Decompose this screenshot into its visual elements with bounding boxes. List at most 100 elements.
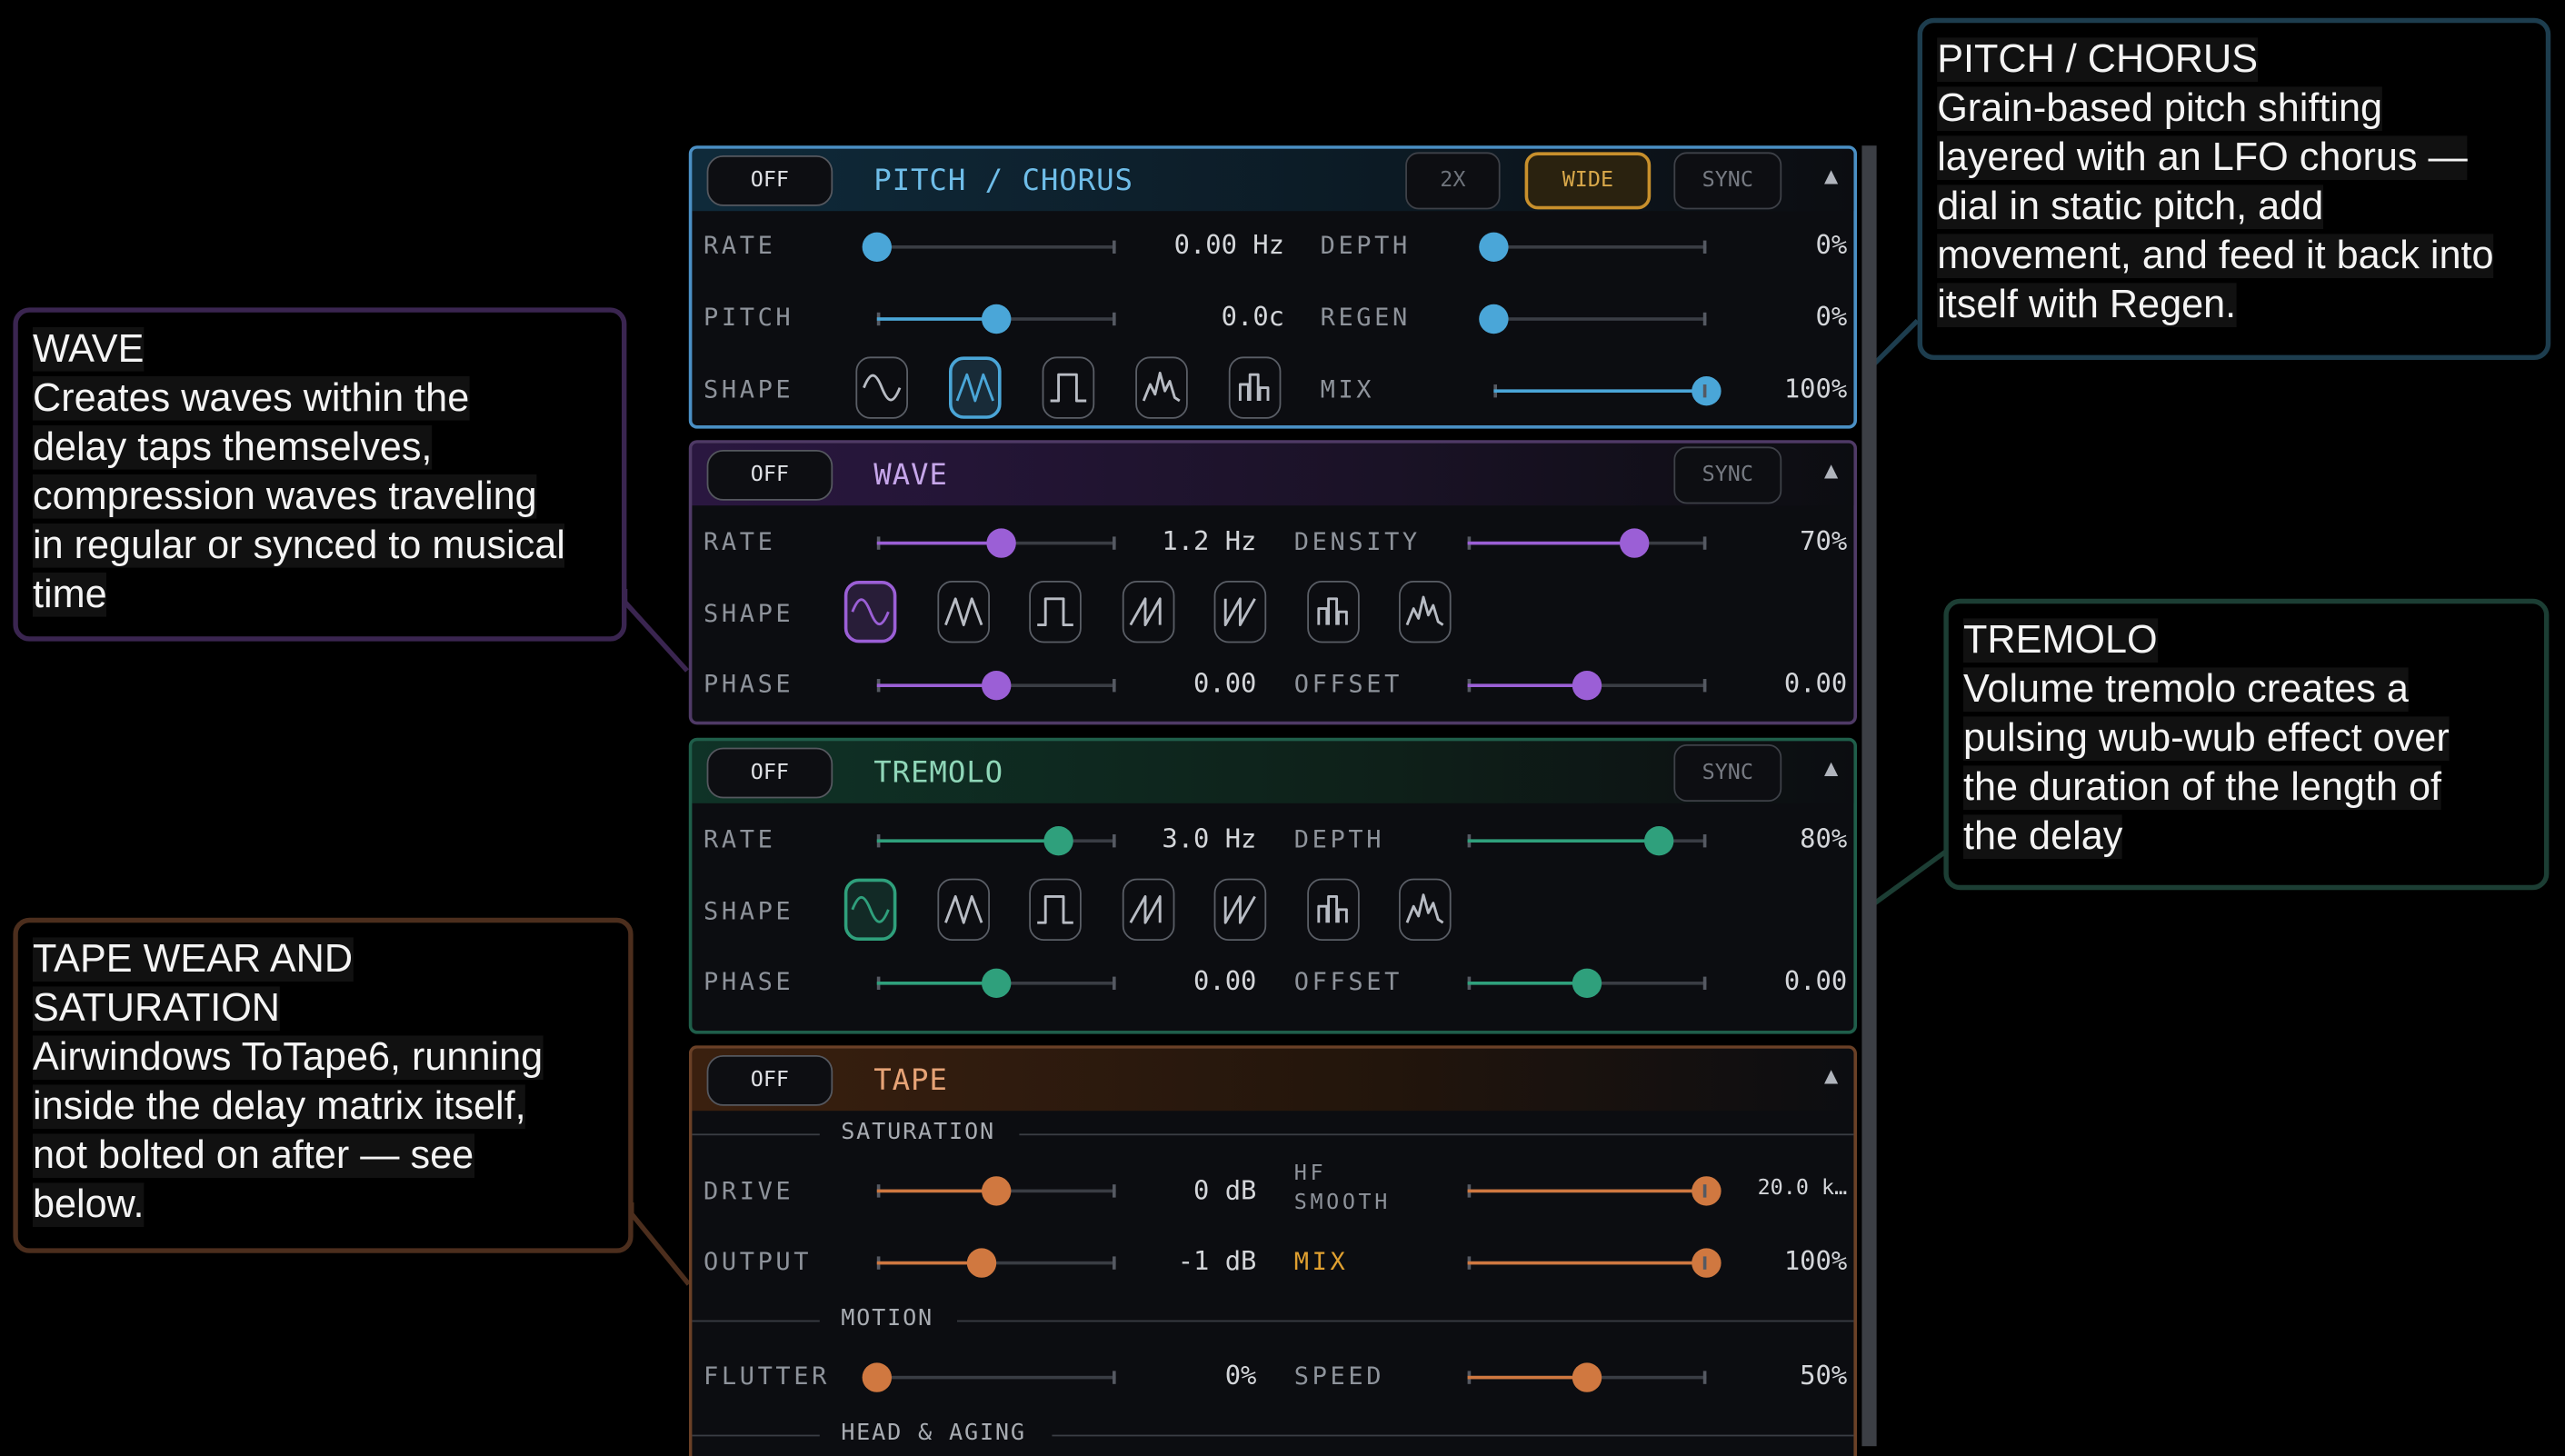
slider-knob[interactable] — [1572, 1362, 1602, 1392]
random-peaks-icon — [1405, 893, 1444, 924]
slider-knob[interactable] — [982, 1176, 1012, 1206]
speed-slider[interactable] — [1467, 1362, 1707, 1392]
drive-label: DRIVE — [704, 1176, 794, 1206]
offset-value: 0.00 — [1783, 667, 1848, 699]
slider-fill — [1467, 1375, 1587, 1380]
mix-slider[interactable] — [1467, 1248, 1722, 1278]
rate-slider[interactable] — [876, 528, 1116, 558]
slider-fill — [1467, 1261, 1707, 1265]
steps-shape-button[interactable] — [1228, 356, 1282, 419]
power-off-button[interactable]: OFF — [706, 1055, 833, 1106]
regen-value: 0% — [1815, 301, 1848, 333]
saw-up-shape-button[interactable] — [1121, 581, 1174, 643]
steps-icon — [1238, 373, 1270, 401]
slider-knob[interactable] — [986, 528, 1016, 558]
hf-smooth-label-line2: SMOOTH — [1293, 1191, 1391, 1216]
saw-up-shape-button[interactable] — [1121, 878, 1174, 941]
rate-slider[interactable] — [876, 826, 1116, 856]
slider-knob[interactable] — [1479, 232, 1509, 262]
phase-value: 0.00 — [1193, 667, 1257, 699]
square-icon — [1037, 894, 1073, 924]
panel-header: OFF TAPE ▲ — [692, 1048, 1854, 1112]
power-off-button[interactable]: OFF — [706, 450, 833, 501]
phase-slider[interactable] — [876, 671, 1116, 701]
slider-knob[interactable] — [1620, 528, 1650, 558]
section-divider — [957, 1320, 1854, 1322]
slider-fill — [876, 541, 1002, 545]
square-shape-button[interactable] — [1029, 581, 1082, 643]
slider-knob[interactable] — [1572, 671, 1602, 701]
collapse-caret-icon[interactable]: ▲ — [1824, 757, 1838, 778]
square-shape-button[interactable] — [1042, 356, 1095, 419]
sine-shape-button[interactable] — [855, 356, 908, 419]
saw-up-icon — [1128, 597, 1161, 627]
random-peaks-shape-button[interactable] — [1399, 878, 1452, 941]
saturation-section-title: SATURATION — [841, 1119, 995, 1145]
slider-fill — [1467, 839, 1659, 843]
saw-down-shape-button[interactable] — [1213, 581, 1267, 643]
triangle-shape-button[interactable] — [949, 356, 1002, 419]
sine-shape-button[interactable] — [843, 878, 897, 941]
slider-knob[interactable] — [967, 1248, 997, 1278]
slider-knob[interactable] — [1479, 304, 1509, 334]
offset-slider[interactable] — [1467, 671, 1707, 701]
depth-label: DEPTH — [1320, 230, 1411, 261]
slider-knob[interactable] — [1572, 968, 1602, 998]
2x-button[interactable]: 2X — [1405, 152, 1501, 210]
square-shape-button[interactable] — [1029, 878, 1082, 941]
density-slider[interactable] — [1467, 528, 1707, 558]
random-peaks-shape-button[interactable] — [1399, 581, 1452, 643]
pitch-chorus-panel: OFF PITCH / CHORUS 2X WIDE SYNC ▲ RATE 0… — [688, 145, 1857, 429]
slider-knob[interactable] — [982, 304, 1012, 334]
shape-label: SHAPE — [704, 896, 794, 926]
saw-down-icon — [1223, 894, 1256, 924]
saw-down-shape-button[interactable] — [1213, 878, 1267, 941]
slider-fill — [876, 1189, 997, 1193]
slider-knob[interactable] — [1643, 826, 1674, 856]
sync-button[interactable]: SYNC — [1673, 744, 1782, 802]
slider-knob[interactable] — [862, 232, 892, 262]
pitch-label: PITCH — [704, 303, 794, 333]
slider-knob[interactable] — [982, 671, 1012, 701]
random-peaks-icon — [1405, 595, 1444, 626]
sync-button[interactable]: SYNC — [1673, 152, 1782, 210]
callout-tremolo: TREMOLO Volume tremolo creates a pulsing… — [1943, 598, 2550, 891]
flutter-slider[interactable] — [862, 1362, 1116, 1392]
rate-label: RATE — [704, 824, 776, 854]
output-slider[interactable] — [876, 1248, 1116, 1278]
triangle-shape-button[interactable] — [936, 878, 990, 941]
regen-slider[interactable] — [1479, 304, 1707, 334]
sync-button[interactable]: SYNC — [1673, 446, 1782, 504]
square-icon — [1037, 597, 1073, 627]
sine-shape-button[interactable] — [843, 581, 897, 643]
slider-knob[interactable] — [1043, 826, 1073, 856]
pitch-slider[interactable] — [876, 304, 1116, 334]
pitch-value: 0.0c — [1221, 301, 1284, 333]
hf-smooth-slider[interactable] — [1467, 1176, 1722, 1206]
drive-slider[interactable] — [876, 1176, 1116, 1206]
slider-knob[interactable] — [862, 1362, 892, 1392]
steps-shape-button[interactable] — [1306, 878, 1359, 941]
depth-slider[interactable] — [1479, 232, 1707, 262]
steps-icon — [1316, 894, 1347, 923]
panel-header: OFF PITCH / CHORUS 2X WIDE SYNC ▲ — [692, 148, 1854, 212]
collapse-caret-icon[interactable]: ▲ — [1824, 460, 1838, 481]
scrollbar[interactable] — [1861, 145, 1877, 1447]
hf-smooth-label-line1: HF — [1293, 1162, 1327, 1186]
callout-tape: TAPE WEAR AND SATURATION Airwindows ToTa… — [13, 917, 634, 1253]
wide-button[interactable]: WIDE — [1524, 152, 1652, 210]
collapse-caret-icon[interactable]: ▲ — [1824, 1065, 1838, 1086]
depth-slider[interactable] — [1467, 826, 1707, 856]
power-off-button[interactable]: OFF — [706, 747, 833, 799]
power-off-button[interactable]: OFF — [706, 155, 833, 206]
collapse-caret-icon[interactable]: ▲ — [1824, 165, 1838, 186]
triangle-icon — [955, 373, 994, 403]
slider-knob[interactable] — [982, 968, 1012, 998]
steps-shape-button[interactable] — [1306, 581, 1359, 643]
offset-slider[interactable] — [1467, 968, 1707, 998]
random-peaks-shape-button[interactable] — [1135, 356, 1188, 419]
triangle-shape-button[interactable] — [936, 581, 990, 643]
phase-slider[interactable] — [876, 968, 1116, 998]
mix-slider[interactable] — [1493, 376, 1722, 406]
rate-slider[interactable] — [862, 232, 1116, 262]
